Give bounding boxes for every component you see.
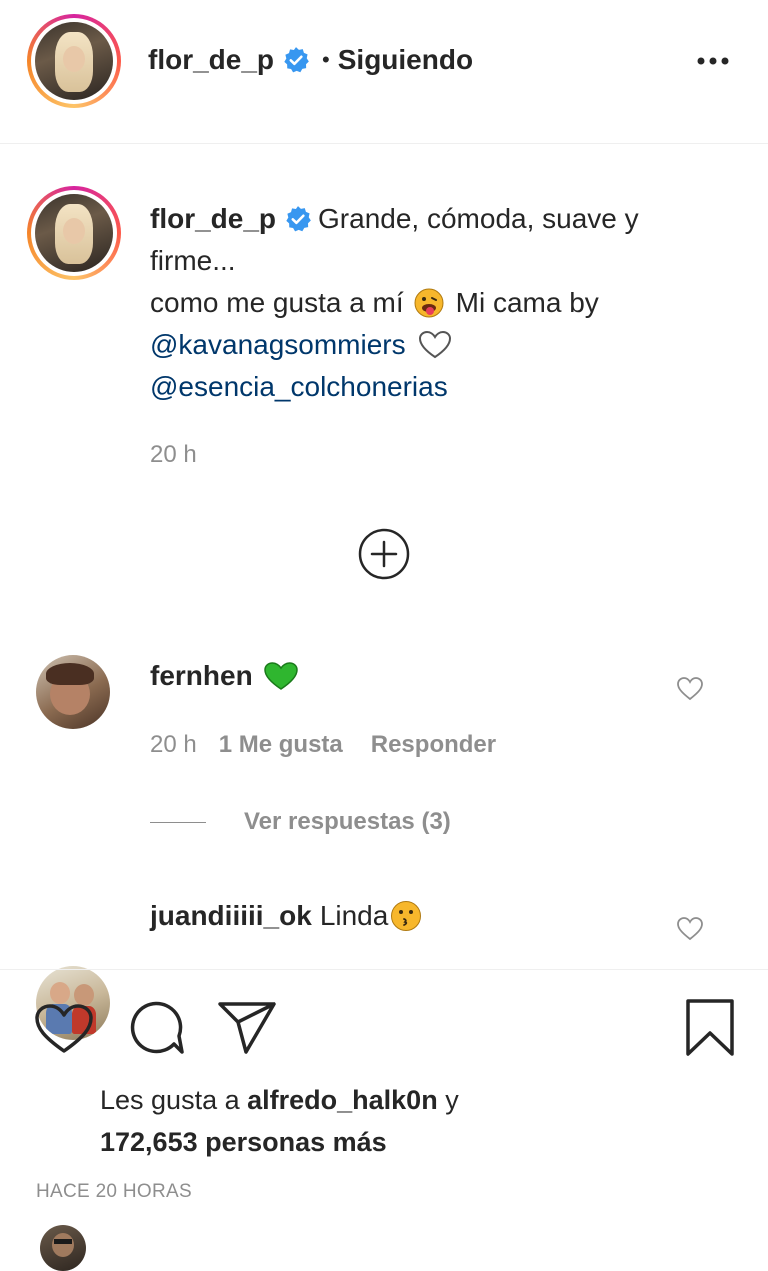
caption-text: flor_de_p Grande, cómoda, suave y firme.… [150, 198, 750, 408]
heart-icon[interactable] [34, 1003, 94, 1055]
caption-line-2: firme... [150, 245, 236, 276]
view-replies-line [150, 821, 206, 823]
header-username[interactable]: flor_de_p [148, 44, 274, 76]
caption-time[interactable]: 20 h [150, 441, 197, 469]
view-replies-label: Ver respuestas (3) [244, 808, 451, 835]
tongue-emoji-icon [414, 288, 444, 318]
likes-count[interactable]: 172,653 personas más [100, 1121, 459, 1163]
comment-text-juandiiiii: Linda [319, 900, 389, 931]
reply-button[interactable]: Responder [371, 731, 496, 759]
white-heart-icon [418, 330, 452, 360]
likes-prefix: Les gusta a [100, 1085, 240, 1115]
liker-username[interactable]: alfredo_halk0n [247, 1085, 438, 1115]
comment-icon[interactable] [126, 1000, 186, 1058]
liker-avatar[interactable] [40, 1225, 86, 1271]
likes-conj: y [445, 1085, 459, 1115]
comment-username-fernhen[interactable]: fernhen [150, 660, 253, 692]
caption-line-3a: como me gusta a mí [150, 287, 404, 318]
kissing-emoji-icon [390, 900, 422, 932]
more-horizontal-icon[interactable] [693, 55, 733, 67]
header-avatar[interactable] [27, 14, 121, 108]
plus-circle-icon[interactable] [357, 527, 411, 581]
actions-divider [0, 969, 768, 970]
comment-username-juandiiiii[interactable]: juandiiiii_ok [150, 900, 312, 932]
mention-kavanagsommiers-link[interactable]: @kavanagsommiers [150, 324, 406, 366]
green-heart-icon [263, 661, 299, 691]
caption-line-1: Grande, cómoda, suave y [318, 203, 639, 234]
header-separator: • [322, 47, 330, 72]
post-timestamp[interactable]: HACE 20 HORAS [36, 1181, 192, 1203]
verified-icon [284, 205, 312, 233]
follow-status-button[interactable]: Siguiendo [338, 44, 473, 76]
view-replies-button[interactable]: Ver respuestas (3) [150, 808, 451, 836]
comment-like-heart-icon[interactable] [676, 676, 704, 702]
bookmark-icon[interactable] [684, 998, 736, 1058]
comment-likes-count[interactable]: 1 Me gusta [219, 731, 343, 759]
mention-esencia-link[interactable]: @esencia_colchonerias [150, 366, 750, 408]
comment-time[interactable]: 20 h [150, 731, 197, 759]
header-divider [0, 143, 768, 144]
verified-icon [282, 46, 310, 74]
comment-avatar-fernhen[interactable] [36, 655, 110, 729]
paper-plane-icon[interactable] [216, 1000, 278, 1056]
caption-avatar[interactable] [27, 186, 121, 280]
likes-summary: Les gusta a alfredo_halk0n y 172,653 per… [100, 1079, 459, 1163]
caption-line-3b: Mi cama by [455, 287, 599, 318]
comment-like-heart-icon[interactable] [676, 916, 704, 942]
caption-username[interactable]: flor_de_p [150, 198, 276, 240]
